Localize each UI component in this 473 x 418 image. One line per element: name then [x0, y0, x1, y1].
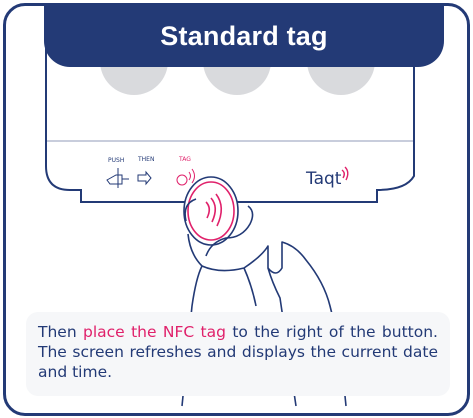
instruction-caption: Then place the NFC tag to the right of t… [38, 322, 438, 382]
page-title: Standard tag [160, 21, 328, 51]
instruction-card: Standard tag PUSH THEN TAG Taqt Then pla… [3, 3, 470, 416]
title-banner: Standard tag [44, 6, 444, 67]
caption-text-before: Then [38, 323, 84, 341]
nfc-tag-coin [183, 176, 239, 246]
nfc-tag-icon [176, 168, 195, 186]
tag-label: TAG [179, 156, 191, 163]
caption-highlight: place the NFC tag [83, 323, 226, 341]
push-label: PUSH [108, 157, 125, 164]
brand-logo: Taqt [306, 169, 342, 189]
then-label: THEN [138, 156, 155, 163]
hand-press-icon [106, 168, 129, 188]
wifi-signal-icon [341, 166, 349, 181]
arrow-right-icon [137, 170, 152, 186]
